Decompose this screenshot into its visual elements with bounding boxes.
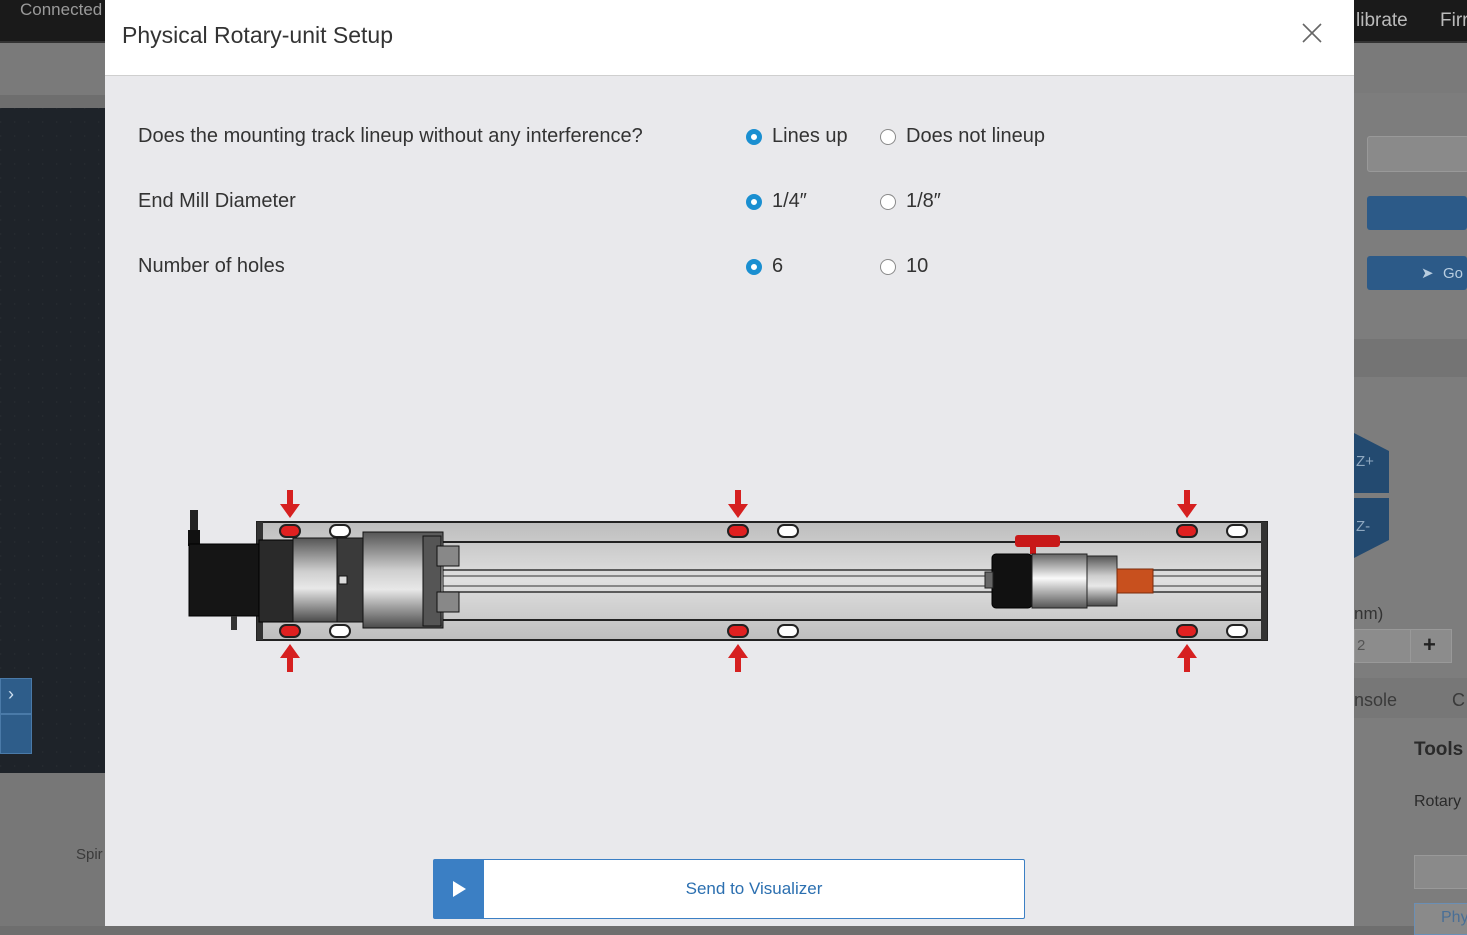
go-button[interactable]: ➤ Go	[1367, 256, 1467, 290]
modal-header: Physical Rotary-unit Setup	[105, 0, 1354, 76]
right-panel-header	[1354, 339, 1467, 377]
panel-toggle-button[interactable]	[0, 714, 32, 754]
lines-up-radio[interactable]	[746, 128, 762, 145]
number-of-holes-label: Number of holes	[138, 255, 285, 277]
rotary-setup-modal: Physical Rotary-unit Setup Does the moun…	[105, 0, 1354, 926]
does-not-lineup-option[interactable]: Does not lineup	[880, 125, 1045, 148]
end-mill-diameter-label: End Mill Diameter	[138, 190, 296, 212]
right-control-panel: ➤ Go Z+ Z- nm) 2 + nsole C Tools Rotary …	[1354, 93, 1467, 935]
modal-title: Physical Rotary-unit Setup	[122, 22, 394, 48]
step-input[interactable]: 2	[1354, 629, 1411, 663]
jog-z-minus-button[interactable]: Z-	[1354, 498, 1389, 558]
quarter-inch-label: 1/4″	[772, 190, 807, 212]
quarter-inch-option[interactable]: 1/4″	[746, 190, 807, 213]
tools-physical-button[interactable]: Phy	[1414, 903, 1467, 935]
expand-panel-button[interactable]: ›	[0, 678, 32, 714]
step-unit-label: nm)	[1354, 604, 1384, 623]
tools-input[interactable]	[1414, 855, 1467, 889]
menu-firmware[interactable]: Firr	[1440, 10, 1467, 32]
six-holes-option[interactable]: 6	[746, 255, 783, 278]
ten-holes-option[interactable]: 10	[880, 255, 928, 278]
chevron-right-icon: ›	[8, 684, 14, 704]
track-lineup-label: Does the mounting track lineup without a…	[138, 125, 643, 147]
console-tabs: nsole C	[1354, 678, 1467, 718]
jog-z-plus-button[interactable]: Z+	[1354, 433, 1389, 493]
send-to-visualizer-button[interactable]: Send to Visualizer	[433, 859, 1025, 919]
eighth-inch-label: 1/8″	[906, 190, 941, 212]
send-to-visualizer-label: Send to Visualizer	[685, 879, 823, 898]
tab-c[interactable]: C	[1452, 690, 1465, 711]
close-button[interactable]	[1295, 16, 1329, 50]
connection-status: Connected	[20, 0, 103, 19]
eighth-inch-option[interactable]: 1/8″	[880, 190, 941, 213]
lines-up-option[interactable]: Lines up	[746, 125, 848, 148]
visualizer-viewport[interactable]: ›	[0, 108, 105, 773]
jog-z-plus-label: Z+	[1356, 453, 1374, 470]
rotary-unit-diagram	[188, 490, 1268, 672]
go-label: Go	[1443, 265, 1464, 282]
eighth-inch-radio[interactable]	[880, 193, 896, 210]
ten-holes-radio[interactable]	[880, 258, 896, 275]
does-not-lineup-radio[interactable]	[880, 128, 896, 145]
spindle-panel: Spir	[0, 773, 105, 926]
ten-holes-label: 10	[906, 255, 929, 277]
right-panel-button[interactable]	[1367, 136, 1467, 172]
quarter-inch-radio[interactable]	[746, 193, 762, 210]
navigation-arrow-icon: ➤	[1421, 265, 1434, 282]
tab-console[interactable]: nsole	[1354, 690, 1397, 711]
close-icon	[1302, 23, 1322, 43]
tools-item-rotary: Rotary	[1414, 793, 1462, 810]
menu-calibrate[interactable]: librate	[1356, 10, 1408, 32]
step-plus-button[interactable]: +	[1410, 629, 1452, 663]
lines-up-label: Lines up	[772, 125, 848, 147]
play-icon	[434, 860, 484, 918]
does-not-lineup-label: Does not lineup	[906, 125, 1045, 147]
spindle-label: Spir	[76, 846, 103, 863]
jog-z-minus-label: Z-	[1356, 518, 1371, 535]
six-holes-radio[interactable]	[746, 258, 762, 275]
tools-heading: Tools	[1414, 739, 1464, 760]
right-panel-primary-button[interactable]	[1367, 196, 1467, 230]
six-holes-label: 6	[772, 255, 784, 277]
